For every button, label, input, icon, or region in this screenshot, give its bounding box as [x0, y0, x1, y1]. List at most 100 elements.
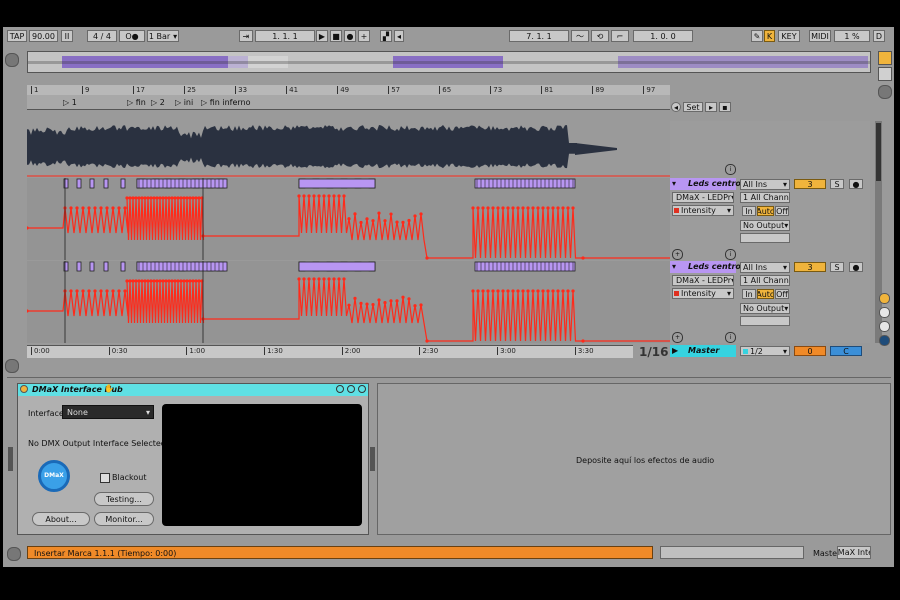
breakpoint[interactable]: [551, 206, 554, 209]
breakpoint[interactable]: [194, 279, 197, 282]
next-locator-icon[interactable]: ▸: [705, 102, 717, 112]
prev-locator-icon[interactable]: ◂: [671, 102, 681, 112]
breakpoint[interactable]: [137, 196, 140, 199]
breakpoint[interactable]: [134, 279, 137, 282]
input-channel-1[interactable]: 1 All Channe: [740, 192, 790, 203]
breakpoint[interactable]: [81, 289, 84, 292]
breakpoint[interactable]: [337, 194, 340, 197]
breakpoint[interactable]: [413, 214, 416, 217]
track-activator-2[interactable]: 3: [794, 262, 826, 272]
add-lane-icon-2[interactable]: +: [672, 332, 683, 343]
breakpoint[interactable]: [185, 196, 188, 199]
breakpoint[interactable]: [496, 289, 499, 292]
breakpoint[interactable]: [353, 212, 356, 215]
vertical-scrollbar-thumb[interactable]: [876, 123, 881, 181]
position-field[interactable]: 1. 1. 1: [255, 30, 315, 42]
breakpoint[interactable]: [128, 279, 131, 282]
breakpoint[interactable]: [317, 194, 320, 197]
monitor-off-1[interactable]: Off: [775, 206, 789, 216]
breakpoint[interactable]: [75, 206, 78, 209]
device-save-icon[interactable]: [336, 385, 344, 393]
time-ruler[interactable]: 0:00 0:30 1:00 1:30 2:00 2:30 3:00 3:30: [27, 345, 633, 358]
punch-out-button[interactable]: ⌐: [611, 30, 629, 42]
output-channel-2[interactable]: [740, 316, 790, 326]
breakpoint[interactable]: [176, 279, 179, 282]
breakpoint[interactable]: [182, 279, 185, 282]
collapse-browser-icon[interactable]: [5, 359, 19, 373]
breakpoint[interactable]: [521, 206, 524, 209]
breakpoint[interactable]: [556, 289, 559, 292]
breakpoint[interactable]: [302, 277, 305, 280]
breakpoint[interactable]: [476, 206, 479, 209]
breakpoint[interactable]: [481, 206, 484, 209]
output-type-1[interactable]: No Output ▾: [740, 220, 790, 231]
draw-mode-button[interactable]: ✎: [751, 30, 763, 42]
breakpoint[interactable]: [395, 221, 398, 224]
breakpoint[interactable]: [197, 279, 200, 282]
breakpoint[interactable]: [93, 289, 96, 292]
breakpoint[interactable]: [164, 279, 167, 282]
device-on-icon[interactable]: [20, 385, 28, 393]
master-output-select[interactable]: 1/2 ▾: [740, 346, 790, 356]
input-type-1[interactable]: All Ins ▾: [740, 179, 790, 190]
automation-arm-button[interactable]: ▞: [380, 30, 392, 42]
add-lane-icon-1[interactable]: +: [672, 249, 683, 260]
fit-icon[interactable]: [879, 321, 890, 332]
breakpoint[interactable]: [407, 219, 410, 222]
automation-clip[interactable]: [137, 179, 227, 188]
breakpoint[interactable]: [332, 277, 335, 280]
breakpoint[interactable]: [99, 289, 102, 292]
breakpoint[interactable]: [149, 279, 152, 282]
breakpoint[interactable]: [140, 279, 143, 282]
breakpoint[interactable]: [128, 196, 131, 199]
breakpoint[interactable]: [93, 206, 96, 209]
breakpoint[interactable]: [377, 298, 380, 301]
breakpoint[interactable]: [401, 296, 404, 299]
breakpoint[interactable]: [134, 196, 137, 199]
automation-clip[interactable]: [104, 179, 108, 188]
input-type-2[interactable]: All Ins ▾: [740, 262, 790, 273]
breakpoint[interactable]: [69, 206, 72, 209]
breakpoint[interactable]: [158, 279, 161, 282]
loop-button[interactable]: ⟲: [591, 30, 609, 42]
time-signature-field[interactable]: 4 / 4: [87, 30, 117, 42]
output-type-2[interactable]: No Output ▾: [740, 303, 790, 314]
breakpoint[interactable]: [322, 194, 325, 197]
breakpoint[interactable]: [337, 277, 340, 280]
breakpoint[interactable]: [322, 277, 325, 280]
arm-button-2[interactable]: ●: [849, 262, 863, 272]
stop-button[interactable]: ■: [330, 30, 342, 42]
breakpoint[interactable]: [486, 206, 489, 209]
breakpoint[interactable]: [546, 206, 549, 209]
breakpoint[interactable]: [81, 206, 84, 209]
breakpoint[interactable]: [359, 221, 362, 224]
breakpoint[interactable]: [353, 297, 356, 300]
breakpoint[interactable]: [531, 289, 534, 292]
breakpoint[interactable]: [140, 196, 143, 199]
breakpoint[interactable]: [152, 196, 155, 199]
breakpoint[interactable]: [359, 302, 362, 305]
breakpoint[interactable]: [307, 277, 310, 280]
about-button[interactable]: About...: [32, 512, 90, 526]
breakpoint[interactable]: [425, 339, 428, 342]
breakpoint[interactable]: [105, 289, 108, 292]
breakpoint[interactable]: [486, 289, 489, 292]
overdub-button[interactable]: +: [358, 30, 370, 42]
breakpoint[interactable]: [419, 212, 422, 215]
locator-2[interactable]: ▷ 2: [151, 98, 165, 107]
locator-fin[interactable]: ▷ fin: [127, 98, 146, 107]
breakpoint[interactable]: [581, 256, 584, 259]
breakpoint[interactable]: [327, 194, 330, 197]
breakpoint[interactable]: [571, 289, 574, 292]
status-device-tab[interactable]: DMaX Inter: [837, 546, 871, 559]
zoom-out-icon[interactable]: [879, 307, 890, 318]
arm-button-1[interactable]: ●: [849, 179, 863, 189]
tempo-input[interactable]: 90.00: [29, 30, 58, 42]
monitor-in-2[interactable]: In: [742, 289, 756, 299]
breakpoint[interactable]: [117, 206, 120, 209]
breakpoint[interactable]: [425, 256, 428, 259]
metronome-toggle[interactable]: O●: [119, 30, 145, 42]
breakpoint[interactable]: [413, 304, 416, 307]
device-menu-icon[interactable]: [358, 385, 366, 393]
breakpoint[interactable]: [173, 196, 176, 199]
